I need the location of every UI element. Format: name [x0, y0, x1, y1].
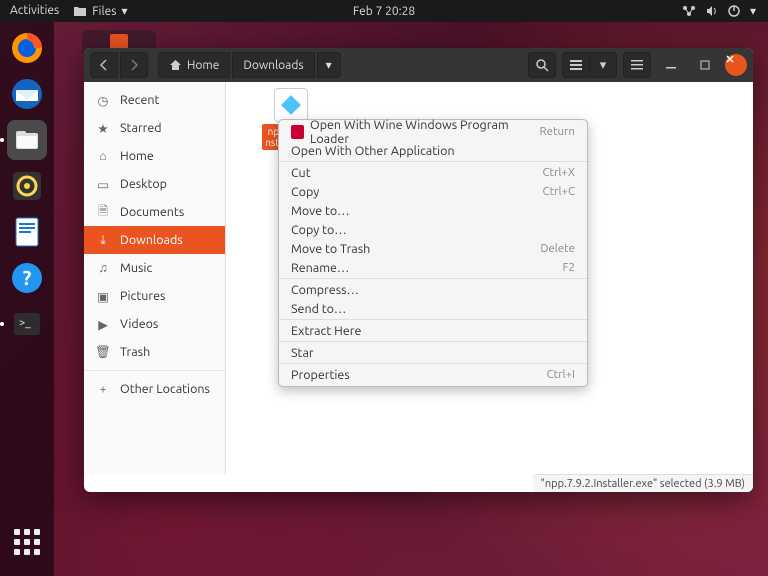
ctx-cut[interactable]: CutCtrl+X [279, 163, 587, 182]
documents-icon: 🗎 [96, 202, 110, 223]
dock-thunderbird[interactable] [7, 74, 47, 114]
sidebar-trash[interactable]: 🗑Trash [84, 338, 225, 366]
ctx-copy[interactable]: CopyCtrl+C [279, 182, 587, 201]
chevron-right-icon [129, 59, 139, 71]
close-button[interactable] [725, 54, 747, 76]
ctx-send-to[interactable]: Send to… [279, 299, 587, 318]
hamburger-menu[interactable] [623, 52, 651, 78]
minimize-button[interactable] [657, 52, 685, 78]
files-window: Home Downloads ▾ ▾ ◷Recent ★Starred ⌂Hom… [84, 48, 753, 492]
clock-icon: ◷ [96, 93, 110, 108]
sidebar-starred[interactable]: ★Starred [84, 114, 225, 142]
ctx-move-to[interactable]: Move to… [279, 201, 587, 220]
home-icon: ⌂ [96, 149, 110, 163]
ctx-properties[interactable]: PropertiesCtrl+I [279, 365, 587, 384]
context-menu: Open With Wine Windows Program LoaderRet… [278, 119, 588, 387]
svg-text:?: ? [23, 266, 32, 289]
maximize-button[interactable] [691, 52, 719, 78]
svg-text:>_: >_ [19, 317, 31, 329]
pictures-icon: ▣ [96, 289, 110, 304]
dock-writer[interactable] [7, 212, 47, 252]
pathbar: Home Downloads ▾ [158, 52, 341, 78]
download-icon: ⤓ [96, 233, 110, 248]
sidebar-pictures[interactable]: ▣Pictures [84, 282, 225, 310]
search-icon [536, 59, 549, 72]
headerbar: Home Downloads ▾ ▾ [84, 48, 753, 82]
trash-icon: 🗑 [96, 345, 110, 360]
file-view[interactable]: npp.7.9.2.Installer.exe Open With Wine W… [226, 82, 753, 474]
sidebar-videos[interactable]: ▶Videos [84, 310, 225, 338]
view-dropdown[interactable]: ▾ [589, 52, 617, 78]
ctx-star[interactable]: Star [279, 343, 587, 362]
desktop-icon: ▭ [96, 177, 110, 192]
sidebar-documents[interactable]: 🗎Documents [84, 198, 225, 226]
forward-button[interactable] [120, 52, 148, 78]
dock: ? >_ [0, 22, 54, 576]
ctx-rename[interactable]: Rename…F2 [279, 258, 587, 277]
top-panel: Activities Files ▾ Feb 7 20:28 ▾ [0, 0, 768, 22]
path-dropdown[interactable]: ▾ [317, 52, 341, 78]
wine-icon [291, 125, 304, 139]
sidebar-other-locations[interactable]: +Other Locations [84, 375, 225, 403]
search-button[interactable] [528, 52, 556, 78]
star-icon: ★ [96, 121, 110, 136]
ctx-open-other[interactable]: Open With Other Application [279, 141, 587, 160]
statusbar: "npp.7.9.2.Installer.exe" selected (3.9 … [533, 474, 754, 492]
view-list-button[interactable] [562, 52, 590, 78]
path-home[interactable]: Home [158, 52, 230, 78]
sidebar: ◷Recent ★Starred ⌂Home ▭Desktop 🗎Documen… [84, 82, 226, 474]
sidebar-recent[interactable]: ◷Recent [84, 86, 225, 114]
power-icon[interactable] [728, 5, 740, 17]
ctx-open-wine[interactable]: Open With Wine Windows Program LoaderRet… [279, 122, 587, 141]
ctx-trash[interactable]: Move to TrashDelete [279, 239, 587, 258]
ctx-compress[interactable]: Compress… [279, 280, 587, 299]
clock[interactable]: Feb 7 20:28 [353, 5, 415, 18]
dock-firefox[interactable] [7, 28, 47, 68]
close-icon [725, 54, 735, 64]
dock-files[interactable] [7, 120, 47, 160]
ctx-copy-to[interactable]: Copy to… [279, 220, 587, 239]
sidebar-home[interactable]: ⌂Home [84, 142, 225, 170]
menu-icon [631, 60, 643, 70]
dock-help[interactable]: ? [7, 258, 47, 298]
exe-icon [274, 88, 308, 122]
sidebar-downloads[interactable]: ⤓Downloads [84, 226, 225, 254]
dock-rhythmbox[interactable] [7, 166, 47, 206]
sidebar-desktop[interactable]: ▭Desktop [84, 170, 225, 198]
chevron-down-icon[interactable]: ▾ [750, 4, 756, 18]
chevron-down-icon: ▾ [121, 4, 127, 18]
home-icon [169, 59, 182, 71]
sidebar-music[interactable]: ♫Music [84, 254, 225, 282]
activities-button[interactable]: Activities [10, 4, 59, 18]
dock-terminal[interactable]: >_ [7, 304, 47, 344]
chevron-down-icon: ▾ [326, 58, 332, 72]
videos-icon: ▶ [96, 317, 110, 332]
chevron-left-icon [99, 59, 109, 71]
back-button[interactable] [90, 52, 118, 78]
music-icon: ♫ [96, 261, 110, 275]
plus-icon: + [96, 382, 110, 396]
minimize-icon [666, 60, 676, 70]
path-downloads[interactable]: Downloads [232, 52, 314, 78]
ctx-extract[interactable]: Extract Here [279, 321, 587, 340]
appmenu-files[interactable]: Files ▾ [73, 4, 127, 18]
show-applications[interactable] [7, 522, 47, 562]
network-icon[interactable] [682, 5, 696, 17]
volume-icon[interactable] [706, 5, 718, 17]
list-icon [570, 60, 582, 70]
folder-icon [73, 5, 87, 17]
maximize-icon [700, 60, 710, 70]
